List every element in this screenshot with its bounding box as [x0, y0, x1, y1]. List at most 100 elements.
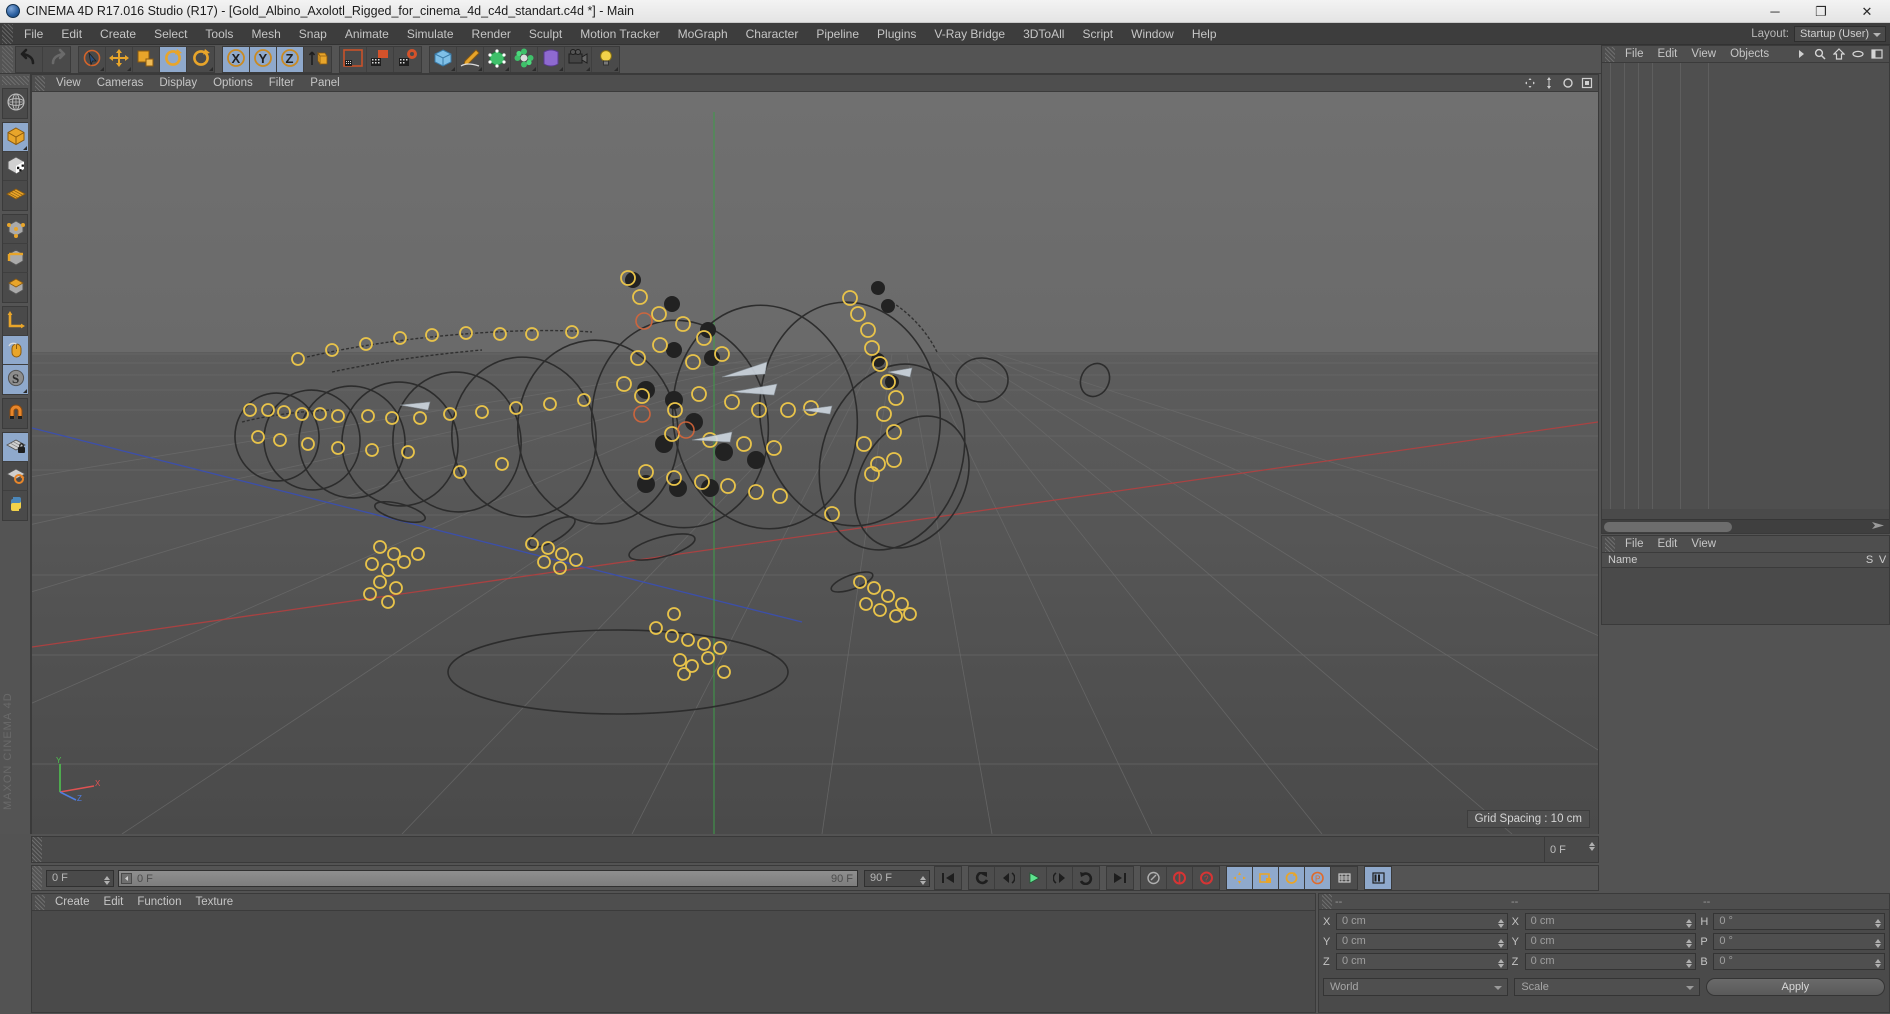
dropdown-corner-icon[interactable] — [532, 66, 536, 71]
world-object-coord-button[interactable] — [304, 47, 331, 72]
menu-item-sculpt[interactable]: Sculpt — [520, 23, 571, 45]
object-axis-button[interactable] — [3, 307, 28, 336]
home-icon[interactable] — [1832, 47, 1846, 61]
timeline-end-stepper[interactable] — [1589, 842, 1595, 851]
coord-system-dropdown[interactable]: World — [1323, 978, 1509, 996]
scale-view-icon[interactable] — [1542, 76, 1556, 90]
layer-menu-edit[interactable]: Edit — [1651, 536, 1685, 553]
rotation-key-button[interactable] — [1279, 867, 1305, 889]
dropdown-corner-icon[interactable] — [614, 66, 618, 71]
position-y-field[interactable]: 0 cm — [1336, 933, 1508, 950]
object-menu-view[interactable]: View — [1684, 46, 1723, 63]
magnet-tool-button[interactable] — [3, 399, 28, 428]
layer-menu-file[interactable]: File — [1618, 536, 1651, 553]
record-active-objects-button[interactable] — [1167, 867, 1193, 889]
previous-frame-button[interactable] — [995, 867, 1021, 889]
close-button[interactable]: ✕ — [1844, 0, 1890, 23]
dropdown-corner-icon[interactable] — [505, 66, 509, 71]
size-mode-dropdown[interactable]: Scale — [1514, 978, 1700, 996]
go-to-start-button[interactable] — [935, 867, 961, 889]
play-forward-button[interactable] — [1021, 867, 1047, 889]
layer-manager-grip[interactable] — [1605, 536, 1615, 552]
menu-item-window[interactable]: Window — [1122, 23, 1183, 45]
object-menu-objects[interactable]: Objects — [1723, 46, 1776, 63]
size-y-field[interactable]: 0 cm — [1524, 933, 1697, 950]
rotate-view-icon[interactable] — [1561, 76, 1575, 90]
menu-item-snap[interactable]: Snap — [290, 23, 336, 45]
overflow-arrow-icon[interactable] — [1794, 47, 1808, 61]
scale-tool[interactable] — [133, 46, 160, 72]
menu-item-pipeline[interactable]: Pipeline — [807, 23, 868, 45]
add-camera-button[interactable] — [565, 46, 592, 72]
next-frame-button[interactable] — [1047, 867, 1073, 889]
preview-end-stepper[interactable] — [920, 875, 926, 885]
menu-item-v-ray-bridge[interactable]: V-Ray Bridge — [925, 23, 1014, 45]
render-to-picture-viewer-button[interactable] — [367, 46, 394, 72]
fullscreen-icon[interactable] — [1870, 47, 1884, 61]
add-deformer-button[interactable] — [538, 46, 565, 72]
timeline-grip[interactable] — [32, 837, 42, 862]
viewport-menu-options[interactable]: Options — [205, 75, 261, 92]
position-key-button[interactable] — [1227, 867, 1253, 889]
object-manager-grip[interactable] — [1605, 46, 1615, 62]
material-menu-function[interactable]: Function — [130, 894, 188, 911]
viewport-menu-view[interactable]: View — [48, 75, 89, 92]
timeline-mode-button[interactable] — [1365, 867, 1391, 889]
play-loop-button[interactable] — [1073, 867, 1099, 889]
range-slider-knob[interactable] — [121, 872, 132, 884]
menu-item-select[interactable]: Select — [145, 23, 196, 45]
menu-item-create[interactable]: Create — [91, 23, 145, 45]
viewport-menu-panel[interactable]: Panel — [302, 75, 347, 92]
toolbar-grip[interactable] — [2, 45, 13, 73]
undo-button[interactable] — [16, 46, 43, 72]
palette-grip[interactable] — [2, 76, 29, 85]
coordinates-grip[interactable] — [1322, 894, 1332, 909]
lock-y-axis-button[interactable]: Y — [250, 46, 277, 72]
menu-item-file[interactable]: File — [15, 23, 52, 45]
add-light-button[interactable] — [592, 47, 619, 72]
timeline-ruler[interactable] — [42, 837, 1544, 862]
live-selection-tool[interactable] — [79, 46, 106, 72]
point-mode-button[interactable] — [3, 215, 28, 244]
param-key-button[interactable]: P — [1305, 867, 1331, 889]
preview-end-field[interactable]: 90 F — [864, 869, 930, 887]
menu-item-motion-tracker[interactable]: Motion Tracker — [571, 23, 668, 45]
menu-item-simulate[interactable]: Simulate — [398, 23, 463, 45]
dropdown-corner-icon[interactable] — [478, 66, 482, 71]
dropdown-corner-icon[interactable] — [100, 66, 104, 71]
maximize-view-icon[interactable] — [1580, 76, 1594, 90]
ellipse-icon[interactable] — [1851, 47, 1865, 61]
menu-item-3dtoall[interactable]: 3DToAll — [1014, 23, 1073, 45]
hscroll-thumb[interactable] — [1604, 522, 1732, 532]
rotation-h-field[interactable]: 0 ° — [1713, 913, 1885, 930]
add-array-button[interactable] — [511, 46, 538, 72]
menu-item-help[interactable]: Help — [1183, 23, 1226, 45]
soft-selection-button[interactable]: S — [3, 365, 28, 394]
menu-item-mograph[interactable]: MoGraph — [669, 23, 737, 45]
minimize-button[interactable]: ─ — [1752, 0, 1798, 23]
menu-item-tools[interactable]: Tools — [196, 23, 242, 45]
object-tree[interactable] — [1602, 63, 1889, 509]
material-manager-grip[interactable] — [35, 894, 45, 910]
size-z-field[interactable]: 0 cm — [1524, 953, 1697, 970]
polygon-mode-button[interactable] — [3, 273, 28, 302]
hscroll-arrow-icon[interactable] — [1871, 521, 1885, 533]
rotate-alt-tool[interactable] — [187, 47, 214, 72]
size-x-field[interactable]: 0 cm — [1524, 913, 1697, 930]
rotate-tool[interactable] — [160, 46, 187, 72]
add-spline-button[interactable] — [457, 46, 484, 72]
dropdown-corner-icon[interactable] — [23, 389, 27, 393]
object-menu-edit[interactable]: Edit — [1651, 46, 1685, 63]
pla-key-button[interactable] — [1331, 867, 1357, 889]
material-menu-edit[interactable]: Edit — [97, 894, 131, 911]
rotation-b-field[interactable]: 0 ° — [1713, 953, 1885, 970]
viewport-menu-display[interactable]: Display — [151, 75, 205, 92]
dropdown-corner-icon[interactable] — [23, 146, 27, 150]
dropdown-corner-icon[interactable] — [451, 66, 455, 71]
layout-dropdown[interactable]: Startup (User) — [1794, 26, 1886, 42]
material-menu-create[interactable]: Create — [48, 894, 97, 911]
menu-item-script[interactable]: Script — [1073, 23, 1122, 45]
redo-button[interactable] — [43, 47, 70, 72]
layer-menu-view[interactable]: View — [1684, 536, 1723, 553]
current-frame-field[interactable]: 0 F — [46, 869, 114, 887]
